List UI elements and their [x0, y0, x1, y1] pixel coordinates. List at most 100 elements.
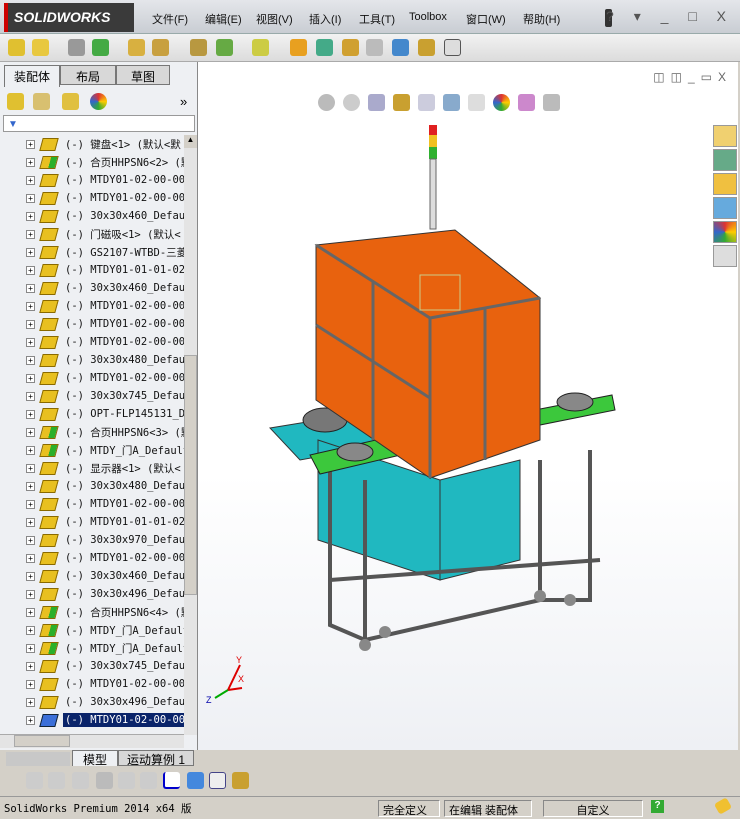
tree-item[interactable]: + (-) MTDY01-01-01-026 [26, 261, 184, 279]
expand-icon[interactable]: + [26, 553, 35, 563]
tree-item[interactable]: + (-) 键盘<1> (默认<默 [26, 135, 183, 153]
expand-icon[interactable]: + [26, 499, 35, 509]
tree-item[interactable]: + (-) MTDY01-02-00-002 [26, 495, 184, 513]
expand-icon[interactable]: + [26, 697, 35, 707]
arrows-icon[interactable] [140, 772, 157, 789]
tree-item[interactable]: + (-) 30x30x745_Defaul [26, 657, 184, 675]
tree-item[interactable]: + (-) MTDY01-02-00-006 [26, 333, 184, 351]
bill-of-materials-icon[interactable] [316, 39, 333, 56]
expand-icon[interactable]: + [26, 715, 35, 725]
task-pane-file-explorer-icon[interactable] [713, 173, 737, 195]
tree-item[interactable]: + (-) MTDY01-02-00-005 [26, 675, 184, 693]
linear-pattern-icon[interactable] [92, 39, 109, 56]
expand-icon[interactable]: + [26, 643, 35, 653]
tree-item[interactable]: + (-) 合页HHPSN6<2> (默 [26, 153, 184, 171]
expand-icon[interactable]: + [26, 607, 35, 617]
clearance-verification-icon[interactable] [418, 39, 435, 56]
reference-geometry-icon[interactable] [252, 39, 269, 56]
property-manager-icon[interactable] [33, 93, 50, 110]
tree-item[interactable]: + (-) 门磁吸<1> (默认< [26, 225, 183, 243]
expand-icon[interactable]: + [26, 589, 35, 599]
tab-sketch[interactable]: 草图 [116, 65, 170, 85]
tree-item[interactable]: + (-) MTDY01-02-00-007 [26, 315, 184, 333]
move-component-icon[interactable] [152, 39, 169, 56]
expand-icon[interactable]: + [26, 157, 35, 167]
explode-line-sketch-icon[interactable] [366, 39, 383, 56]
task-pane-custom-properties-icon[interactable] [713, 245, 737, 267]
expand-icon[interactable]: + [26, 445, 35, 455]
tree-vertical-scrollbar[interactable]: ▲ [184, 135, 197, 735]
tree-item[interactable]: + (-) MTDY_门A_Default [26, 639, 184, 657]
smart-fasteners-icon[interactable] [128, 39, 145, 56]
tab-nav-arrows[interactable] [6, 752, 70, 766]
table-icon[interactable] [209, 772, 226, 789]
tree-item[interactable]: + (-) OPT-FLP145131_De [26, 405, 184, 423]
motion-key-icon[interactable] [72, 772, 89, 789]
help-icon[interactable]: ? [651, 800, 664, 813]
expand-icon[interactable]: + [26, 463, 35, 473]
tree-item[interactable]: + (-) MTDY_门A_Default [26, 621, 184, 639]
tree-item[interactable]: + (-) 30x30x496_Defaul [26, 693, 184, 711]
menu-help[interactable]: 帮助(H) [523, 11, 560, 27]
expand-icon[interactable]: + [26, 211, 35, 221]
interference-detection-icon[interactable] [392, 39, 409, 56]
expand-chevron-icon[interactable]: » [180, 94, 187, 109]
menu-view[interactable]: 视图(V) [256, 11, 293, 27]
tree-item[interactable]: + (-) MTDY01-01-01-028 [26, 513, 184, 531]
tree-horizontal-scrollbar[interactable] [0, 734, 184, 748]
expand-icon[interactable]: + [26, 409, 35, 419]
tree-item[interactable]: + (-) MTDY01-02-00-004 [26, 369, 184, 387]
motion-play-icon[interactable] [48, 772, 65, 789]
tree-item[interactable]: + (-) 30x30x970_Defaul [26, 531, 184, 549]
tree-item[interactable]: + (-) 30x30x496_Defaul [26, 585, 184, 603]
tree-item[interactable]: + (-) 30x30x745_Defaul [26, 387, 184, 405]
menu-window[interactable]: 窗口(W) [466, 11, 506, 27]
expand-icon[interactable]: + [26, 283, 35, 293]
tab-motion-study[interactable]: 运动算例 1 [118, 750, 194, 767]
menu-insert[interactable]: 插入(I) [309, 11, 341, 27]
expand-icon[interactable]: + [26, 625, 35, 635]
menu-edit[interactable]: 编辑(E) [205, 11, 242, 27]
tree-item[interactable]: + (-) MTDY01-02-00-009 [26, 711, 184, 729]
tree-item[interactable]: + (-) GS2107-WTBD-三菱 [26, 243, 184, 261]
configuration-manager-icon[interactable] [62, 93, 79, 110]
window-controls[interactable]: ? ▾ _ □ X [606, 8, 734, 25]
scroll-up-arrow[interactable]: ▲ [184, 135, 197, 148]
units-selector[interactable]: 自定义 [543, 800, 643, 817]
filter-field[interactable]: ▼ [3, 115, 195, 132]
tab-model[interactable]: 模型 [72, 750, 118, 767]
tree-item[interactable]: + (-) 30x30x460_Defaul [26, 279, 184, 297]
scroll-thumb[interactable] [184, 355, 197, 595]
new-part-icon[interactable] [32, 39, 49, 56]
hscroll-thumb[interactable] [14, 735, 70, 747]
insert-component-icon[interactable] [8, 39, 25, 56]
expand-icon[interactable]: + [26, 247, 35, 257]
tree-item[interactable]: + (-) 显示器<1> (默认< [26, 459, 183, 477]
expand-icon[interactable]: + [26, 427, 35, 437]
exploded-view-icon[interactable] [342, 39, 359, 56]
list-icon[interactable] [96, 772, 113, 789]
task-pane-home-icon[interactable] [713, 125, 737, 147]
expand-icon[interactable]: + [26, 193, 35, 203]
expand-icon[interactable]: + [26, 535, 35, 545]
tree-item[interactable]: + (-) MTDY01-02-00-008 [26, 297, 184, 315]
expand-icon[interactable]: + [26, 301, 35, 311]
tree-item[interactable]: + (-) 合页HHPSN6<4> (默 [26, 603, 184, 621]
tree-item[interactable]: + (-) 合页HHPSN6<3> (默 [26, 423, 184, 441]
task-pane-appearances-icon[interactable] [713, 221, 737, 243]
tree-item[interactable]: + (-) 30x30x460_Defaul [26, 567, 184, 585]
expand-icon[interactable]: + [26, 355, 35, 365]
new-motion-study-icon[interactable] [290, 39, 307, 56]
expand-icon[interactable]: + [26, 319, 35, 329]
tab-assembly[interactable]: 装配体 [4, 65, 60, 87]
expand-icon[interactable]: + [26, 265, 35, 275]
tab-layout[interactable]: 布局 [60, 65, 116, 85]
expand-icon[interactable]: + [26, 337, 35, 347]
expand-icon[interactable]: + [26, 175, 35, 185]
task-pane-view-palette-icon[interactable] [713, 197, 737, 219]
graphics-area[interactable]: ◫◫_▭X Y X Z [198, 62, 738, 750]
menu-file[interactable]: 文件(F) [152, 11, 188, 27]
feature-manager-icon[interactable] [7, 93, 24, 110]
expand-icon[interactable]: + [26, 661, 35, 671]
expand-icon[interactable]: + [26, 571, 35, 581]
